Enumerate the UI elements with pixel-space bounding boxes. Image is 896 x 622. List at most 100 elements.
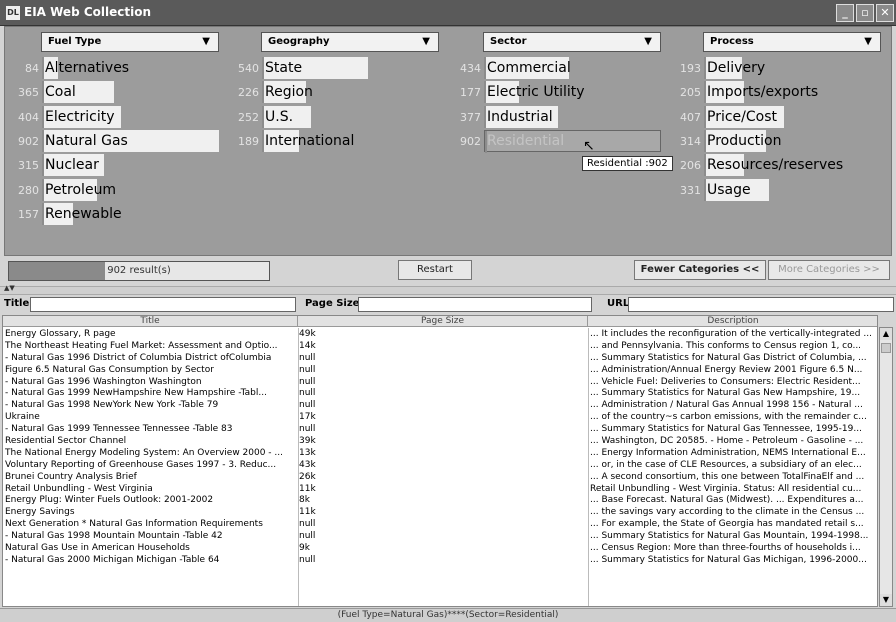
cell-description: ... Vehicle Fuel: Deliveries to Consumer… [590,376,861,387]
close-icon[interactable]: ✕ [876,4,894,22]
facet-item[interactable]: 902 Natural Gas [5,129,225,152]
results-table: Title Page Size Description Energy Gloss… [2,315,878,607]
facet-item-bar-fill [262,57,264,79]
split-arrows-icon[interactable]: ▲▼ [4,284,15,292]
table-row[interactable]: - Natural Gas 1999 NewHampshire New Hamp… [3,387,877,399]
table-row[interactable]: - Natural Gas 1998 Mountain Mountain -Ta… [3,530,877,542]
vertical-scrollbar[interactable]: ▲ ▼ [879,327,893,607]
restart-button[interactable]: Restart [398,260,472,280]
table-row[interactable]: - Natural Gas 1998 NewYork New York -Tab… [3,399,877,411]
cell-pagesize: 39k [299,436,316,447]
facet-item[interactable]: 177 Electric Utility [447,81,667,104]
facet-item[interactable]: 206 Resources/reserves [667,154,887,177]
column-header-description[interactable]: Description [588,316,877,327]
facet-item[interactable]: 252 U.S. [225,105,445,128]
chevron-down-icon[interactable]: ▼ [864,36,872,47]
facet-item-bar-fill [484,105,486,128]
table-row[interactable]: Retail Unbundling - West Virginia 11k Reta… [3,483,877,495]
table-row[interactable]: Next Generation * Natural Gas Informatio… [3,518,877,530]
cell-description: Retail Unbundling - West Virginia. Statu… [590,483,862,494]
table-row[interactable]: The Northeast Heating Fuel Market: Asses… [3,340,877,352]
facet-item-bar-fill [42,178,44,201]
table-row[interactable]: - Natural Gas 2000 Michigan Michigan -Ta… [3,554,877,566]
pagesize-filter-label: Page Size: [305,298,364,309]
pagesize-filter-input[interactable] [358,297,592,312]
table-row[interactable]: - Natural Gas 1996 District of Columbia … [3,352,877,364]
table-row[interactable]: The National Energy Modeling System: An … [3,447,877,459]
facet-item[interactable]: 540 State [225,57,445,79]
facet-item[interactable]: 377 Industrial [447,105,667,128]
facet-item[interactable]: 315 Nuclear [5,154,225,177]
cell-title: The National Energy Modeling System: An … [5,447,283,458]
table-row[interactable]: Natural Gas Use in American Households 9k… [3,542,877,554]
facet-item-bar-fill [704,129,706,152]
facet-item[interactable]: 193 Delivery [667,57,887,79]
mouse-cursor-icon: ↖ [583,138,595,154]
facet-item-count: 315 [18,159,39,173]
facet-dropdown[interactable]: Geography ▼ [261,32,439,52]
facet-item-label: Industrial [487,108,553,125]
scroll-thumb[interactable] [881,343,891,353]
scroll-up-icon[interactable]: ▲ [880,328,892,340]
facet-item-bar-fill [704,178,706,201]
table-row[interactable]: Figure 6.5 Natural Gas Consumption by Se… [3,364,877,376]
chevron-down-icon[interactable]: ▼ [202,36,210,47]
facet-item[interactable]: 434 Commercial [447,57,667,79]
cell-description: ... Summary Statistics for Natural Gas T… [590,424,862,435]
cell-title: - Natural Gas 2000 Michigan Michigan -Ta… [5,554,220,565]
cell-pagesize: 11k [299,483,316,494]
facet-item-label: Petroleum [45,181,117,198]
table-row[interactable]: Residential Sector Channel 39k ... Washing… [3,435,877,447]
facet-item[interactable]: 157 Renewable [5,202,225,225]
maximize-icon[interactable]: ▫ [856,4,874,22]
cell-description: ... Summary Statistics for Natural Gas D… [590,352,867,363]
column-header-pagesize[interactable]: Page Size [298,316,588,327]
facet-dropdown[interactable]: Fuel Type ▼ [41,32,219,52]
table-row[interactable]: Energy Plug: Winter Fuels Outlook: 2001-… [3,494,877,506]
facet-item[interactable]: 407 Price/Cost [667,105,887,128]
cell-title: The Northeast Heating Fuel Market: Asses… [5,340,278,351]
chevron-down-icon[interactable]: ▼ [644,36,652,47]
facet-item[interactable]: 189 International [225,129,445,152]
facet-dropdown[interactable]: Process ▼ [703,32,881,52]
minimize-icon[interactable]: _ [836,4,854,22]
facet-item[interactable]: 205 Imports/exports [667,81,887,104]
cell-title: Energy Plug: Winter Fuels Outlook: 2001-… [5,495,214,506]
facet-item[interactable]: 314 Production [667,129,887,152]
cell-description: ... A second consortium, this one betwee… [590,471,865,482]
cell-pagesize: 49k [299,329,316,339]
cell-title: Residential Sector Channel [5,436,127,447]
facet-item-count: 365 [18,86,39,100]
table-row[interactable]: Ukraine 17k ... of the country~s carbon em… [3,411,877,423]
url-filter-input[interactable] [628,297,894,312]
title-filter-input[interactable] [30,297,296,312]
table-row[interactable]: Voluntary Reporting of Greenhouse Gases … [3,459,877,471]
chevron-down-icon[interactable]: ▼ [422,36,430,47]
table-row[interactable]: Energy Glossary, R page 49k ... It include… [3,328,877,340]
facet-item[interactable]: 404 Electricity [5,105,225,128]
more-categories-button[interactable]: More Categories >> [768,260,890,280]
cell-pagesize: null [299,388,316,399]
cell-pagesize: 43k [299,459,316,470]
scroll-down-icon[interactable]: ▼ [880,594,892,606]
facet-item[interactable]: 84 Alternatives [5,57,225,79]
facet-dropdown[interactable]: Sector ▼ [483,32,661,52]
cell-pagesize: 17k [299,412,316,423]
fewer-categories-button[interactable]: Fewer Categories << [634,260,766,280]
facet-item[interactable]: 280 Petroleum [5,178,225,201]
facet-dropdown-label: Process [710,36,754,47]
facet-item-label: Usage [707,181,751,198]
facet-item[interactable]: 365 Coal [5,81,225,104]
column-header-title[interactable]: Title [3,316,298,327]
facet-panel: Fuel Type ▼ 84 Alternatives 365 Coal 404 Electr… [4,26,892,256]
facet-item[interactable]: 902 Residential [447,129,667,153]
split-divider[interactable]: ▲▼ [0,284,896,295]
table-row[interactable]: Energy Savings 11k ... the savings vary ac… [3,506,877,518]
facet-item-label: Electric Utility [487,84,585,101]
table-row[interactable]: - Natural Gas 1999 Tennessee Tennessee -… [3,423,877,435]
table-row[interactable]: - Natural Gas 1996 Washington Washington… [3,376,877,388]
table-row[interactable]: Brunei Country Analysis Brief 26k ... A se… [3,471,877,483]
facet-item[interactable]: 226 Region [225,81,445,104]
facet-item-bar-fill [262,81,264,104]
facet-item[interactable]: 331 Usage [667,178,887,201]
